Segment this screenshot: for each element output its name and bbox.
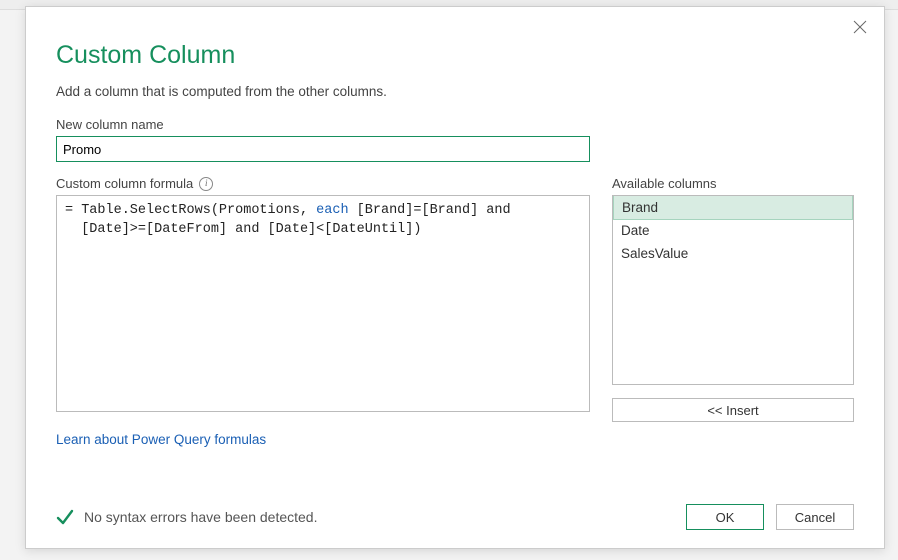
- available-column-item[interactable]: Date: [613, 219, 853, 242]
- status-row: No syntax errors have been detected.: [56, 508, 317, 526]
- new-column-name-input[interactable]: [56, 136, 590, 162]
- close-button[interactable]: [852, 19, 870, 37]
- new-column-name-label: New column name: [56, 117, 854, 132]
- available-column-item[interactable]: Brand: [613, 195, 853, 220]
- ok-button[interactable]: OK: [686, 504, 764, 530]
- available-columns-label: Available columns: [612, 176, 854, 191]
- dialog-subtitle: Add a column that is computed from the o…: [56, 84, 854, 99]
- formula-eq: =: [65, 203, 81, 218]
- close-icon: [852, 23, 868, 38]
- formula-part-1: Table.SelectRows(Promotions,: [81, 203, 316, 218]
- formula-keyword: each: [316, 203, 348, 218]
- available-columns-list[interactable]: Brand Date SalesValue: [612, 195, 854, 385]
- formula-editor[interactable]: = Table.SelectRows(Promotions, each [Bra…: [56, 195, 590, 412]
- custom-column-dialog: Custom Column Add a column that is compu…: [25, 6, 885, 549]
- formula-label: Custom column formula: [56, 176, 193, 191]
- available-column-item[interactable]: SalesValue: [613, 242, 853, 265]
- dialog-title: Custom Column: [56, 41, 854, 70]
- info-icon[interactable]: i: [199, 177, 213, 191]
- learn-link[interactable]: Learn about Power Query formulas: [56, 432, 266, 447]
- status-text: No syntax errors have been detected.: [84, 509, 317, 525]
- check-icon: [56, 508, 74, 526]
- cancel-button[interactable]: Cancel: [776, 504, 854, 530]
- insert-button[interactable]: << Insert: [612, 398, 854, 422]
